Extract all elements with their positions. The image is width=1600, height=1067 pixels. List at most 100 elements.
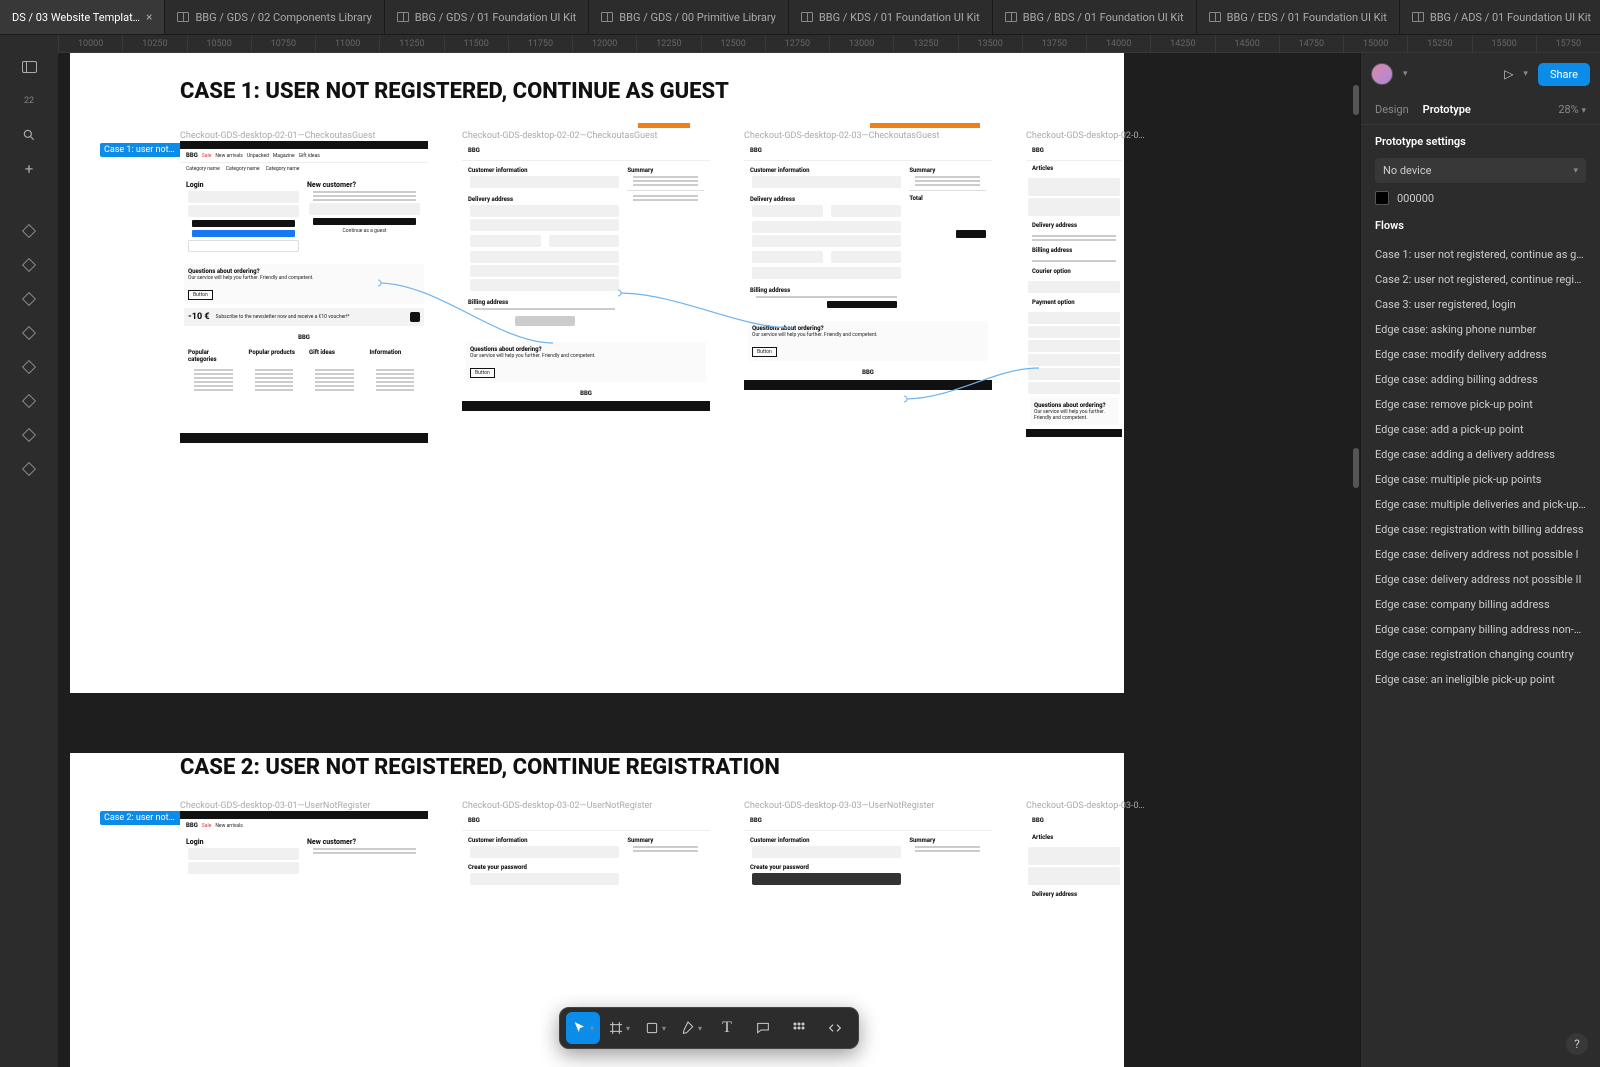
flow-item[interactable]: Case 2: user not registered, continue re… [1361, 267, 1600, 292]
file-tabs: DS / 03 Website Templat… × BBG / GDS / 0… [0, 0, 1600, 35]
logo: BBG [1026, 811, 1122, 830]
h: Delivery address [1026, 887, 1122, 902]
q: Questions about ordering? [1034, 402, 1114, 409]
flow-item[interactable]: Edge case: an ineligible pick-up point [1361, 667, 1600, 692]
add-icon[interactable]: + [21, 161, 37, 177]
flow-item[interactable]: Edge case: multiple deliveries and pick-… [1361, 492, 1600, 517]
cat: Category name [226, 166, 260, 172]
device-selector[interactable]: No device ▾ [1375, 158, 1586, 183]
comment-tool[interactable] [746, 1012, 780, 1044]
component-icon[interactable] [21, 257, 37, 273]
logo: BBG [186, 822, 198, 829]
file-tab[interactable]: BBG / GDS / 02 Components Library [165, 0, 384, 34]
artboard[interactable]: BBG Sale New arrivals Login New customer… [180, 811, 428, 1067]
flow-item[interactable]: Case 1: user not registered, continue as… [1361, 242, 1600, 267]
q-sub: Our service will help you further. Frien… [470, 353, 702, 359]
artboard[interactable]: BBG Sale New arrivals Unpacked Magazine … [180, 141, 428, 583]
close-icon[interactable]: × [146, 10, 152, 24]
ruler-tick: 12750 [765, 35, 829, 52]
file-tab[interactable]: BBG / BDS / 01 Foundation UI Kit [993, 0, 1197, 34]
flow-item[interactable]: Edge case: add a pick-up point [1361, 417, 1600, 442]
ruler-tick: 14000 [1086, 35, 1150, 52]
text-tool[interactable]: T [710, 1012, 744, 1044]
file-tab[interactable]: BBG / ADS / 01 Foundation UI Kit [1400, 0, 1600, 34]
tab-label: BBG / KDS / 01 Foundation UI Kit [819, 11, 980, 24]
frame-selected-tag[interactable]: Case 2: user not… [100, 811, 193, 825]
dev-tool[interactable] [818, 1012, 852, 1044]
tab-label: BBG / BDS / 01 Foundation UI Kit [1023, 11, 1184, 24]
file-tab-active[interactable]: DS / 03 Website Templat… × [0, 0, 165, 34]
flow-item[interactable]: Edge case: multiple pick-up points [1361, 467, 1600, 492]
nav-item: Unpacked [247, 153, 269, 159]
flow-item[interactable]: Edge case: adding billing address [1361, 367, 1600, 392]
logo: BBG [1026, 141, 1122, 160]
h: Create your password [750, 864, 903, 871]
chevron-down-icon[interactable]: ▾ [1403, 69, 1408, 79]
h: Delivery address [468, 196, 621, 203]
artboard[interactable]: BBG Articles Delivery address [1026, 811, 1122, 1067]
file-tab[interactable]: BBG / GDS / 00 Primitive Library [589, 0, 789, 34]
q-heading: Questions about ordering? [470, 346, 702, 353]
scrollbar-thumb[interactable] [1353, 448, 1359, 488]
zoom-level[interactable]: 28% ▾ [1558, 103, 1586, 116]
share-button[interactable]: Share [1538, 63, 1590, 86]
flow-item[interactable]: Edge case: delivery address not possible… [1361, 567, 1600, 592]
ruler-tick: 11250 [379, 35, 443, 52]
frame-label: Checkout-GDS-desktop-03-03—UserNotRegist… [744, 801, 934, 811]
shape-tool[interactable]: ▾ [638, 1012, 672, 1044]
voucher-badge: -10 € [188, 312, 210, 322]
tab-design[interactable]: Design [1375, 103, 1409, 116]
chevron-down-icon[interactable]: ▾ [1523, 69, 1528, 79]
frame-tag-label: Case 2: user not… [104, 813, 175, 823]
actions-tool[interactable] [782, 1012, 816, 1044]
scrollbar-thumb[interactable] [1353, 85, 1359, 115]
flow-item[interactable]: Edge case: asking phone number [1361, 317, 1600, 342]
zoom-value: 28% [1558, 103, 1578, 116]
panel-toggle-icon[interactable] [21, 59, 37, 75]
frame-selected-tag[interactable]: Case 1: user not… [100, 143, 193, 157]
move-tool[interactable]: ▾ [566, 1012, 600, 1044]
file-tab[interactable]: BBG / EDS / 01 Foundation UI Kit [1197, 0, 1400, 34]
canvas[interactable]: CASE 1: USER NOT REGISTERED, CONTINUE AS… [58, 53, 1360, 1067]
frame-label: Checkout-GDS-desktop-03-01—UserNotRegist… [180, 801, 370, 811]
tab-prototype[interactable]: Prototype [1423, 103, 1471, 116]
component-icon[interactable] [21, 223, 37, 239]
book-icon [1209, 12, 1221, 22]
artboard[interactable]: BBG Customer information Delivery addres… [462, 141, 710, 529]
ruler-tick: 13000 [829, 35, 893, 52]
component-icon[interactable] [21, 359, 37, 375]
h: Customer information [750, 167, 903, 174]
artboard[interactable]: BBG Articles Delivery address Billing ad… [1026, 141, 1122, 601]
flow-item[interactable]: Edge case: registration with billing add… [1361, 517, 1600, 542]
flow-item[interactable]: Edge case: modify delivery address [1361, 342, 1600, 367]
component-icon[interactable] [21, 461, 37, 477]
frame-tool[interactable]: ▾ [602, 1012, 636, 1044]
file-tab[interactable]: BBG / GDS / 01 Foundation UI Kit [385, 0, 589, 34]
component-icon[interactable] [21, 291, 37, 307]
component-icon[interactable] [21, 393, 37, 409]
pen-tool[interactable]: ▾ [674, 1012, 708, 1044]
logo: BBG [744, 811, 992, 830]
tab-label: DS / 03 Website Templat… [12, 11, 140, 24]
flow-item[interactable]: Edge case: company billing address [1361, 592, 1600, 617]
flow-item[interactable]: Case 3: user registered, login [1361, 292, 1600, 317]
flow-item[interactable]: Edge case: company billing address non-E… [1361, 617, 1600, 642]
avatar[interactable] [1371, 63, 1393, 85]
present-icon[interactable]: ▷ [1504, 67, 1513, 81]
ruler-tick: 10750 [251, 35, 315, 52]
file-tab[interactable]: BBG / KDS / 01 Foundation UI Kit [789, 0, 993, 34]
search-icon[interactable] [21, 127, 37, 143]
component-icon[interactable] [21, 325, 37, 341]
flow-item[interactable]: Edge case: registration changing country [1361, 642, 1600, 667]
background-color-row[interactable]: 000000 [1375, 191, 1586, 205]
flow-item[interactable]: Edge case: adding a delivery address [1361, 442, 1600, 467]
artboard[interactable]: BBG Customer information Delivery addres… [744, 141, 992, 529]
help-button[interactable]: ? [1566, 1033, 1588, 1055]
flow-item[interactable]: Edge case: remove pick-up point [1361, 392, 1600, 417]
flow-item[interactable]: Edge case: delivery address not possible… [1361, 542, 1600, 567]
component-icon[interactable] [21, 427, 37, 443]
col-h: Gift ideas [309, 349, 360, 356]
ruler-tick: 12500 [701, 35, 765, 52]
h: Customer information [750, 837, 903, 844]
mini-button: Button [188, 290, 213, 300]
